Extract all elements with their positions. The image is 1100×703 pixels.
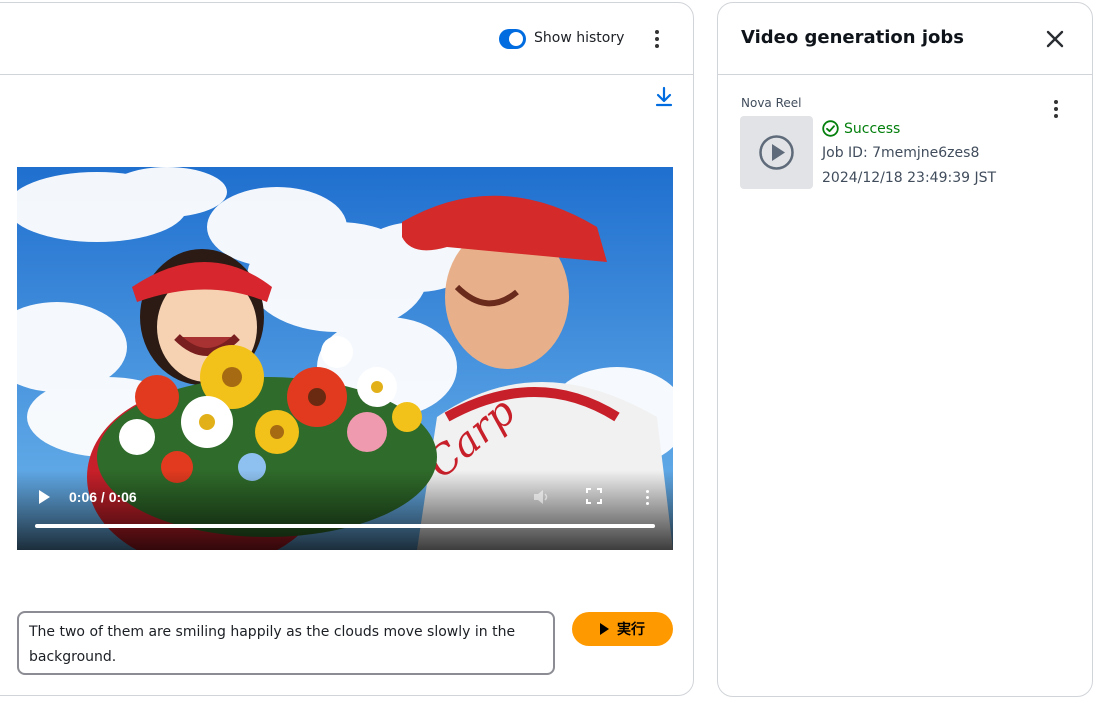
- jobs-panel-title: Video generation jobs: [741, 27, 965, 48]
- job-model-name: Nova Reel: [741, 96, 802, 110]
- volume-icon: [534, 490, 548, 504]
- fullscreen-icon[interactable]: [586, 488, 602, 504]
- prompt-input[interactable]: The two of them are smiling happily as t…: [17, 611, 555, 675]
- jobs-panel-header: Video generation jobs: [718, 3, 1092, 75]
- video-controls-overlay: [17, 470, 673, 550]
- job-status: Success: [822, 120, 900, 137]
- video-player[interactable]: Carp 0:06 / 0:06: [17, 167, 673, 550]
- video-more-options-icon[interactable]: [641, 487, 653, 507]
- run-button-label: 実行: [617, 621, 645, 637]
- success-check-icon: [822, 120, 839, 137]
- run-button[interactable]: 実行: [572, 612, 673, 646]
- video-jobs-panel: Video generation jobs Nova Reel Success …: [717, 2, 1093, 697]
- show-history-label: Show history: [534, 30, 625, 46]
- job-status-text: Success: [844, 120, 901, 137]
- show-history-toggle[interactable]: [499, 29, 526, 49]
- job-id: Job ID: 7memjne6zes8: [822, 145, 980, 161]
- download-icon[interactable]: [654, 85, 674, 109]
- video-progress-bar[interactable]: [35, 524, 655, 528]
- job-more-options-icon[interactable]: [1048, 99, 1064, 119]
- play-circle-icon: [759, 135, 794, 170]
- main-header: Show history: [0, 3, 693, 75]
- more-options-icon[interactable]: [649, 27, 665, 51]
- toggle-knob: [509, 32, 523, 46]
- close-icon[interactable]: [1046, 30, 1064, 48]
- play-icon: [600, 623, 609, 635]
- main-panel: Show history Carp 0:06 / 0:06 The two of…: [0, 2, 694, 696]
- video-time-display: 0:06 / 0:06: [69, 489, 137, 505]
- play-icon[interactable]: [37, 489, 51, 505]
- job-date: 2024/12/18 23:49:39 JST: [822, 170, 997, 186]
- job-video-thumbnail[interactable]: [740, 116, 813, 189]
